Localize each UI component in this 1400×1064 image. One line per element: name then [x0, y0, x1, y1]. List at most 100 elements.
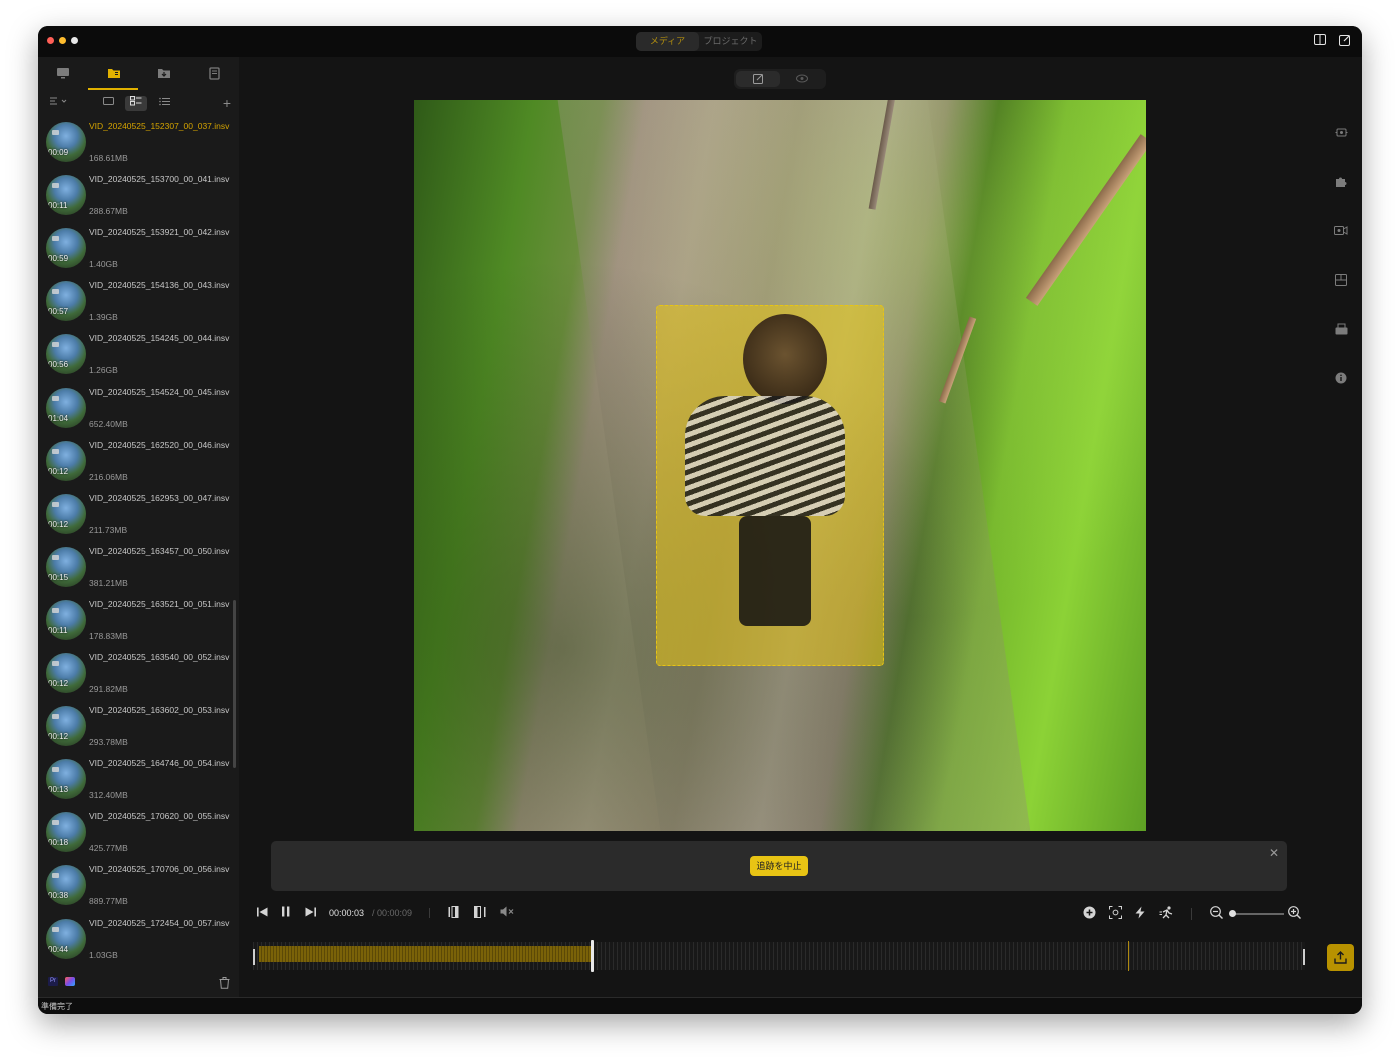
close-icon[interactable]: ✕ [1269, 846, 1279, 860]
file-list-item[interactable]: 00:44 VID_20240525_172454_00_057.insv 1.03… [38, 916, 234, 969]
file-list-item[interactable]: 00:18 VID_20240525_170620_00_055.insv 425.… [38, 809, 234, 862]
speed-runner-icon[interactable] [1159, 906, 1174, 922]
trim-start-icon[interactable] [448, 906, 462, 921]
file-list-item[interactable]: 00:38 VID_20240525_170706_00_056.insv 889.… [38, 862, 234, 915]
file-name: VID_20240525_170706_00_056.insv [89, 864, 230, 875]
file-list-item[interactable]: 01:04 VID_20240525_154524_00_045.insv 652.… [38, 385, 234, 438]
minimize-window-button[interactable] [59, 37, 66, 44]
preview-eye-icon[interactable] [780, 71, 824, 87]
file-list-item[interactable]: 00:11 VID_20240525_163521_00_051.insv 178.… [38, 597, 234, 650]
video-badge-icon [52, 342, 59, 348]
file-size: 1.40GB [89, 259, 118, 270]
file-list-item[interactable]: 00:59 VID_20240525_153921_00_042.insv 1.40… [38, 225, 234, 278]
file-list-item[interactable]: 00:12 VID_20240525_163602_00_053.insv 293.… [38, 703, 234, 756]
video-thumbnail: 00:09 [46, 122, 86, 162]
timeline-end-handle[interactable] [1303, 949, 1305, 965]
edit-mode-icon[interactable] [736, 71, 780, 87]
export-queue-icon[interactable] [1333, 323, 1349, 339]
media-sidebar: + 00:09 VID_20240525_152307_00_037.insv 16… [38, 57, 239, 997]
video-badge-icon [52, 289, 59, 295]
video-duration: 00:09 [48, 148, 69, 157]
frame-layout-icon[interactable] [1333, 274, 1349, 290]
file-name: VID_20240525_154524_00_045.insv [89, 386, 230, 397]
add-icon[interactable]: + [220, 96, 234, 111]
export-button[interactable] [1327, 944, 1354, 971]
trash-icon[interactable] [219, 976, 231, 989]
mute-icon[interactable] [500, 906, 514, 920]
file-size: 312.40MB [89, 790, 128, 801]
video-badge-icon [52, 714, 59, 720]
playhead[interactable] [590, 940, 594, 972]
zoom-window-button[interactable] [71, 37, 78, 44]
final-cut-pro-icon[interactable] [65, 977, 75, 986]
plugin-puzzle-icon[interactable] [1333, 175, 1349, 191]
file-list-item[interactable]: 00:12 VID_20240525_163540_00_052.insv 291.… [38, 650, 234, 703]
person-image [743, 314, 827, 404]
import-folder-icon[interactable] [155, 67, 173, 83]
file-list-item[interactable]: 00:11 VID_20240525_153700_00_041.insv 288.… [38, 172, 234, 225]
video-settings-icon[interactable] [1333, 224, 1349, 240]
video-badge-icon [52, 395, 59, 401]
trim-end-icon[interactable] [474, 906, 488, 921]
flash-icon[interactable] [1135, 906, 1145, 922]
video-duration: 00:13 [48, 785, 69, 795]
premiere-pro-icon[interactable]: Pr [48, 977, 58, 986]
zoom-slider-knob[interactable] [1229, 910, 1236, 917]
file-list-item[interactable]: 00:09 VID_20240525_152307_00_037.insv 168.… [38, 119, 234, 172]
file-list-item[interactable]: 00:56 VID_20240525_154245_00_044.insv 1.26… [38, 331, 234, 384]
video-thumbnail: 01:04 [46, 387, 86, 428]
file-size: 168.61MB [89, 153, 128, 163]
file-list-item[interactable]: 00:12 VID_20240525_162520_00_046.insv 216.… [38, 438, 234, 491]
file-list-item[interactable]: 00:13 VID_20240525_164746_00_054.insv 312.… [38, 756, 234, 809]
zoom-out-icon[interactable] [1210, 906, 1223, 922]
skip-to-end-icon[interactable] [305, 906, 316, 920]
title-bar: メディア プロジェクト [38, 26, 1362, 57]
list-view-icon[interactable] [156, 96, 172, 111]
sidebar-footer: Pr [38, 972, 239, 997]
status-text: 準備完了 [41, 1002, 73, 1011]
file-list-item[interactable]: 00:12 VID_20240525_162953_00_047.insv 211.… [38, 491, 234, 544]
tracking-tool-icon[interactable] [1333, 126, 1349, 142]
zoom-in-icon[interactable] [1288, 906, 1301, 922]
file-size: 1.03GB [89, 949, 118, 960]
file-list-item[interactable]: 00:57 VID_20240525_154136_00_043.insv 1.39… [38, 278, 234, 331]
tab-media[interactable]: メディア [636, 32, 699, 51]
file-name: VID_20240525_154245_00_044.insv [89, 333, 230, 344]
tracking-panel: 追跡を中止 ✕ [271, 841, 1287, 891]
large-thumbnail-view-icon[interactable] [100, 96, 116, 111]
stop-tracking-button[interactable]: 追跡を中止 [750, 856, 808, 876]
file-size: 381.21MB [89, 577, 128, 588]
tracking-box[interactable] [656, 305, 884, 666]
skip-to-start-icon[interactable] [257, 906, 268, 920]
file-name: VID_20240525_152307_00_037.insv [89, 121, 230, 131]
video-badge-icon [52, 554, 59, 560]
file-list-scrollbar[interactable] [233, 600, 236, 768]
focus-target-icon[interactable] [1109, 906, 1122, 922]
video-duration: 00:12 [48, 679, 69, 688]
detail-list-view-icon[interactable] [125, 96, 147, 111]
timeline-start-handle[interactable] [253, 949, 255, 965]
sort-menu-icon[interactable] [48, 96, 70, 111]
zoom-slider[interactable] [1232, 913, 1284, 915]
media-folder-icon[interactable] [105, 67, 123, 83]
current-time: 00:00:03 [329, 908, 365, 918]
status-bar: 準備完了 [38, 997, 1362, 1014]
split-view-icon[interactable] [1313, 34, 1327, 48]
document-icon[interactable] [206, 67, 224, 83]
pause-icon[interactable] [281, 906, 291, 920]
file-name: VID_20240525_162953_00_047.insv [89, 492, 230, 503]
info-icon[interactable] [1333, 372, 1349, 388]
file-name: VID_20240525_163457_00_050.insv [89, 545, 230, 556]
file-list-item[interactable]: 00:15 VID_20240525_163457_00_050.insv 381.… [38, 544, 234, 597]
edit-note-icon[interactable] [1338, 34, 1352, 48]
file-name: VID_20240525_163521_00_051.insv [89, 598, 230, 609]
timeline[interactable] [253, 936, 1305, 976]
file-size: 216.06MB [89, 471, 128, 482]
tab-project[interactable]: プロジェクト [699, 32, 762, 51]
close-window-button[interactable] [47, 37, 54, 44]
file-name: VID_20240525_163602_00_053.insv [89, 705, 230, 716]
monitor-icon[interactable] [54, 67, 72, 83]
right-toolbar [1319, 57, 1362, 997]
video-preview[interactable] [414, 100, 1146, 831]
add-keyframe-icon[interactable] [1083, 906, 1096, 922]
